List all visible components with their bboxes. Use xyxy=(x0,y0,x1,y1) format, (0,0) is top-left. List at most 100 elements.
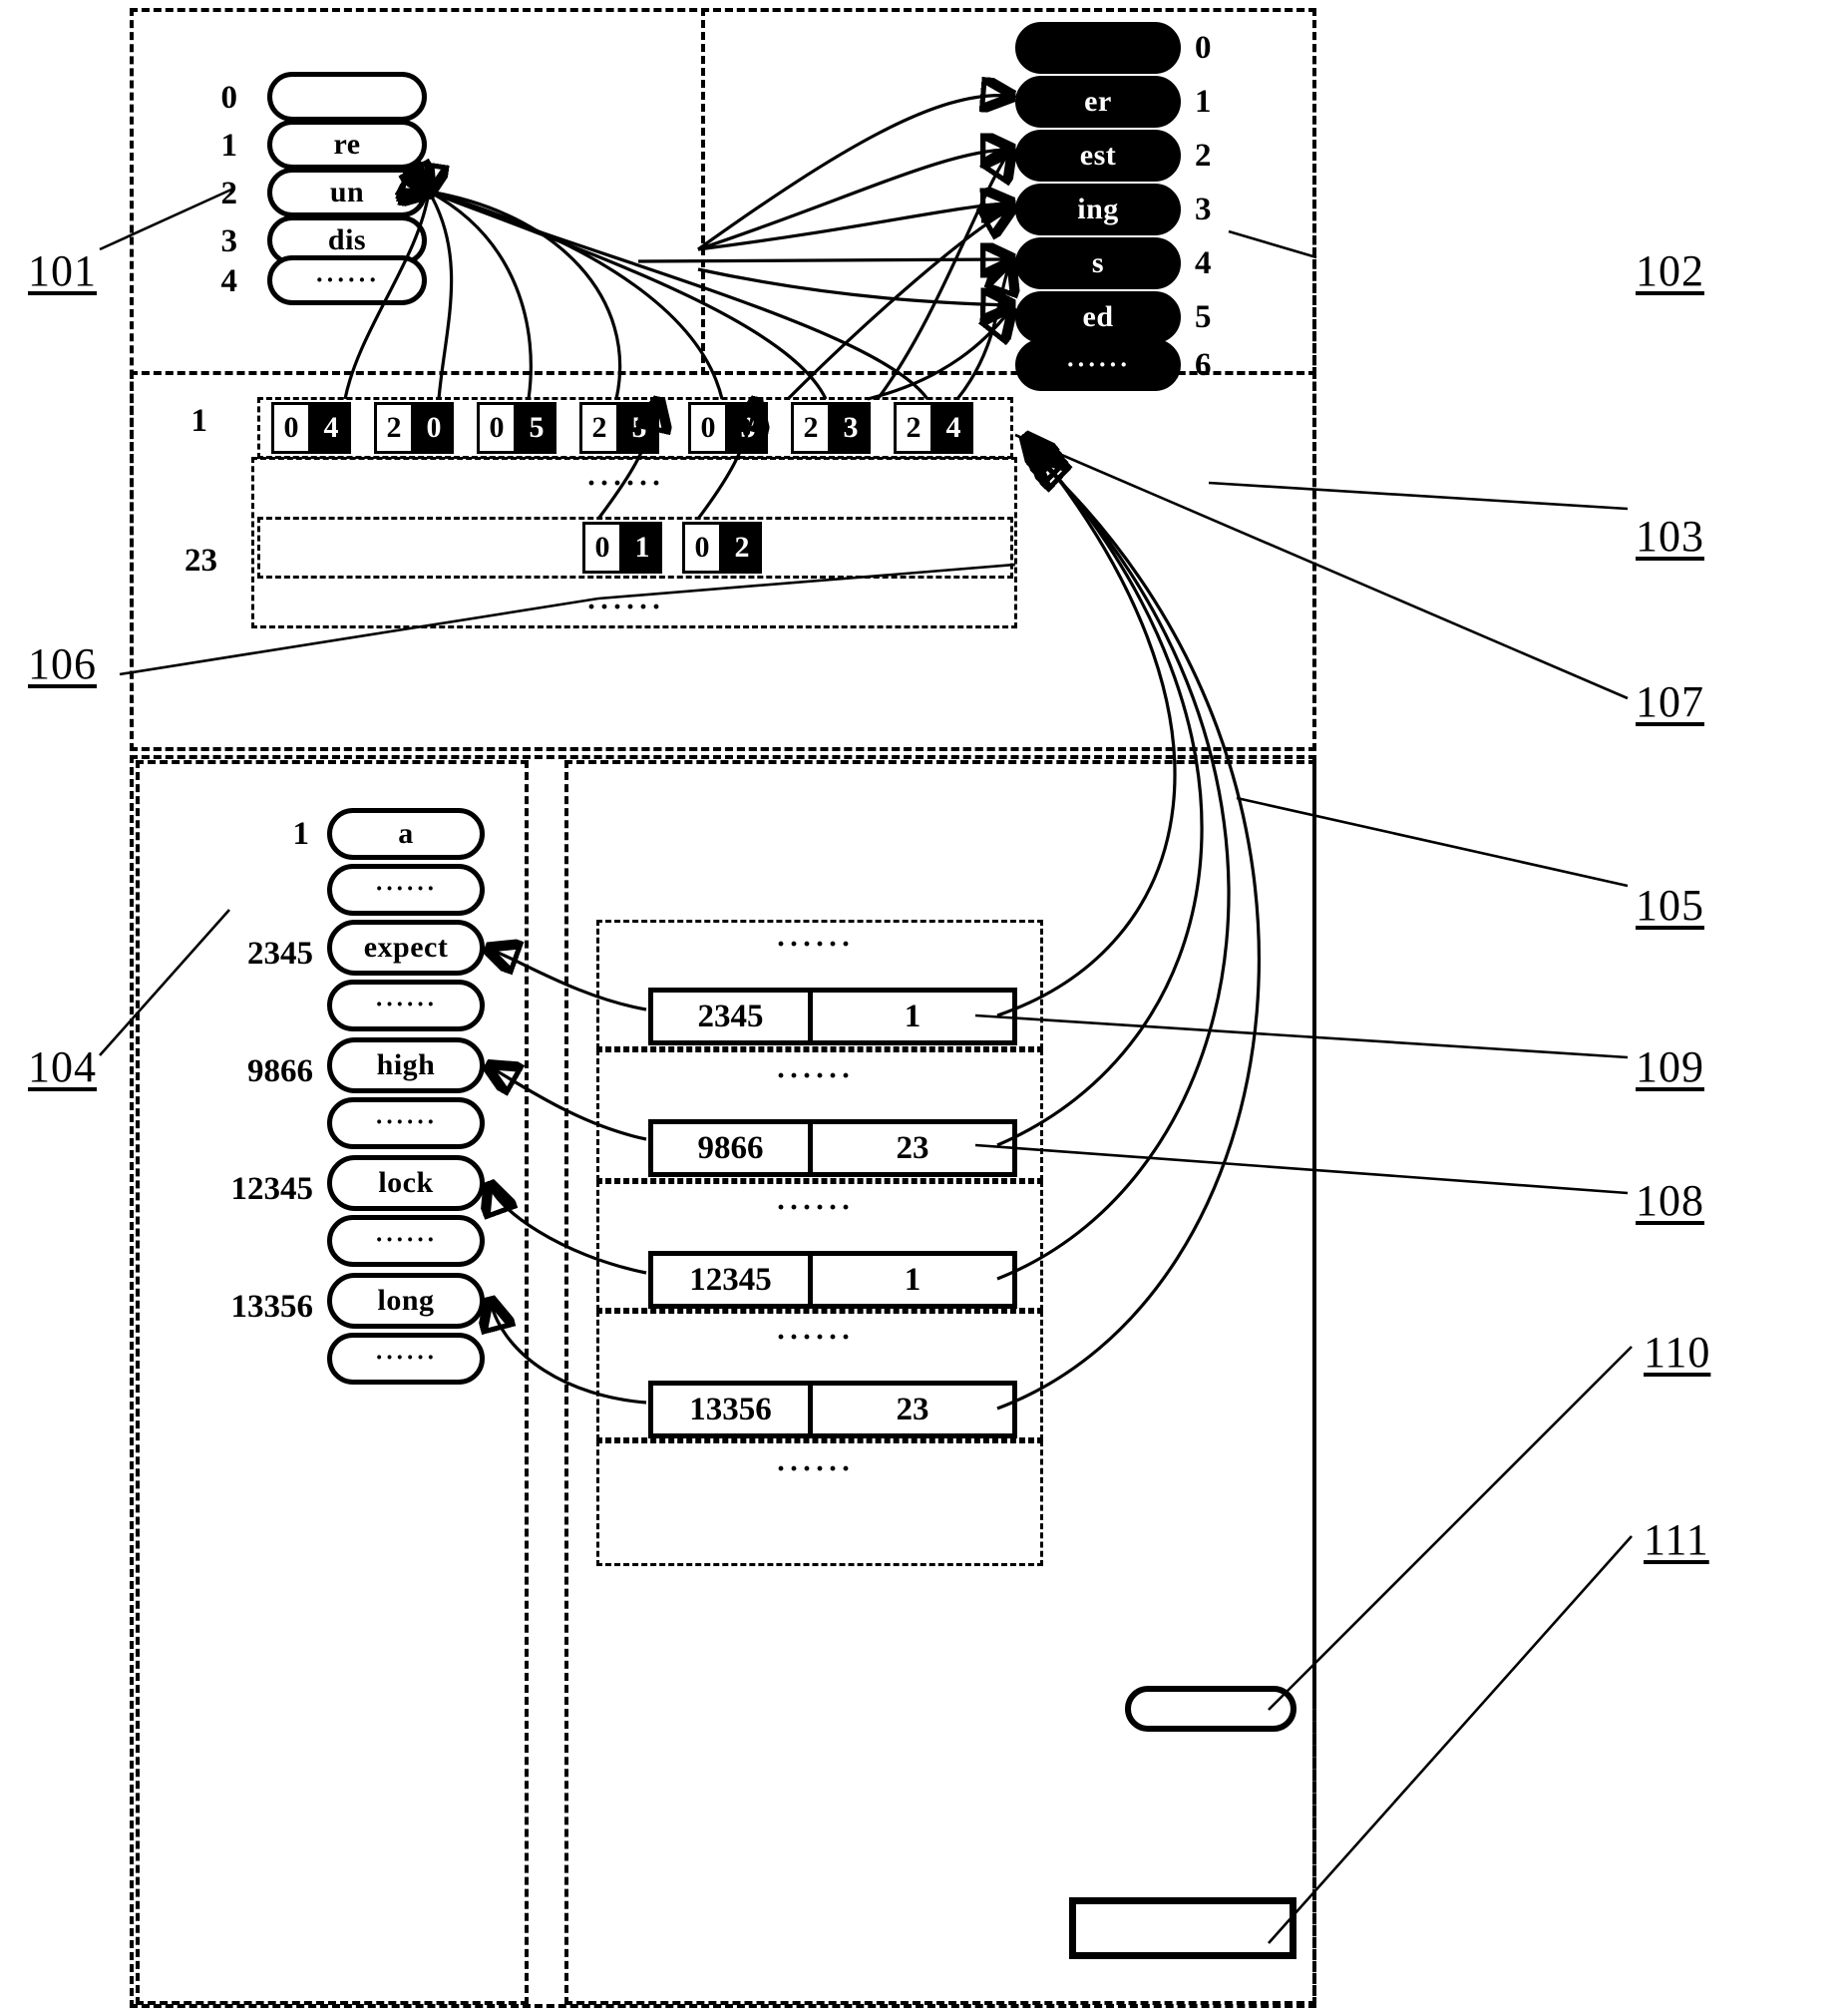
prefix-cell-4[interactable]: ······ xyxy=(267,255,427,305)
code-cell-b: 5 xyxy=(619,402,659,454)
code-pair-23-0[interactable]: 0 1 xyxy=(582,522,662,574)
prefix-index-0: 0 xyxy=(220,80,238,116)
ref-107: 107 xyxy=(1636,677,1704,726)
ref-106: 106 xyxy=(28,639,97,688)
word-cell-8[interactable]: long xyxy=(327,1273,485,1329)
code-pair-1-1[interactable]: 2 0 xyxy=(374,402,454,454)
prefix-cell-2[interactable]: un xyxy=(267,168,427,217)
hash-key: 12345 xyxy=(653,1256,813,1304)
code-cell-a: 0 xyxy=(271,402,311,454)
word-cell-1[interactable]: ······ xyxy=(327,864,485,916)
code-pair-1-5[interactable]: 2 3 xyxy=(791,402,871,454)
hash-value: 23 xyxy=(896,1129,929,1166)
code-pair-1-3[interactable]: 2 5 xyxy=(579,402,659,454)
code-pair-1-0[interactable]: 0 4 xyxy=(271,402,351,454)
diagram-canvas: 0 1 re 2 un 3 dis 4 ······ 0 er 1 est 2 … xyxy=(0,0,1848,2016)
hash-key: 9866 xyxy=(653,1124,813,1172)
suffix-index-5: 5 xyxy=(1195,299,1212,335)
code-pair-1-2[interactable]: 0 5 xyxy=(477,402,556,454)
word-index-8: 13356 xyxy=(230,1289,314,1325)
hash-entry-0[interactable]: 2345 1 xyxy=(648,988,1017,1045)
word-index-4: 9866 xyxy=(247,1053,313,1089)
word-cell-3[interactable]: ······ xyxy=(327,980,485,1031)
suffix-index-0: 0 xyxy=(1195,30,1212,66)
suffix-cell-1[interactable]: er xyxy=(1015,76,1181,128)
word-cell-2[interactable]: expect xyxy=(327,920,485,976)
code-pair-1-4[interactable]: 0 3 xyxy=(688,402,768,454)
ref-101: 101 xyxy=(28,246,97,295)
code-pair-23-1[interactable]: 0 2 xyxy=(682,522,762,574)
code-cell-a: 0 xyxy=(477,402,517,454)
prefix-index-2: 2 xyxy=(220,176,238,211)
suffix-cell-5[interactable]: ed xyxy=(1015,291,1181,343)
suffix-cell-2[interactable]: est xyxy=(1015,130,1181,182)
suffix-index-1: 1 xyxy=(1195,84,1212,120)
code-cell-a: 0 xyxy=(682,522,722,574)
prefix-index-1: 1 xyxy=(220,128,238,164)
prefix-cell-1[interactable]: re xyxy=(267,120,427,170)
prefix-cell-0[interactable] xyxy=(267,72,427,122)
code-cell-b: 3 xyxy=(831,402,871,454)
suffix-index-6: 6 xyxy=(1195,347,1212,383)
code-cell-a: 2 xyxy=(374,402,414,454)
word-cell-6[interactable]: lock xyxy=(327,1155,485,1211)
hash-key: 2345 xyxy=(653,993,813,1040)
word-index-0: 1 xyxy=(292,816,310,852)
code-cell-b: 4 xyxy=(933,402,973,454)
prefix-index-3: 3 xyxy=(220,223,238,259)
word-index-6: 12345 xyxy=(230,1171,314,1207)
prefix-index-4: 4 xyxy=(220,263,238,299)
code-row-label-1: 1 xyxy=(190,403,208,439)
hash-value: 23 xyxy=(896,1391,929,1427)
suffix-index-2: 2 xyxy=(1195,138,1212,174)
hash-ellipsis-0: ······ xyxy=(776,928,855,961)
suffix-cell-6[interactable]: ······ xyxy=(1015,339,1181,391)
ref-109: 109 xyxy=(1636,1042,1704,1091)
code-cell-b: 1 xyxy=(622,522,662,574)
ref-103: 103 xyxy=(1636,512,1704,561)
ref-110: 110 xyxy=(1644,1328,1711,1377)
suffix-cell-3[interactable]: ing xyxy=(1015,184,1181,235)
word-cell-4[interactable]: high xyxy=(327,1037,485,1093)
code-cell-a: 0 xyxy=(582,522,622,574)
hash-entry-3[interactable]: 13356 23 xyxy=(648,1381,1017,1438)
code-row-label-23: 23 xyxy=(185,543,217,579)
code-cell-b: 5 xyxy=(517,402,556,454)
ref-108: 108 xyxy=(1636,1176,1704,1225)
hash-ellipsis-3: ······ xyxy=(776,1321,855,1354)
code-cell-b: 0 xyxy=(414,402,454,454)
ref-105: 105 xyxy=(1636,881,1704,930)
code-ellipsis-bottom: ······ xyxy=(586,591,665,623)
code-pair-1-6[interactable]: 2 4 xyxy=(894,402,973,454)
code-cell-b: 3 xyxy=(728,402,768,454)
hash-ellipsis-2: ······ xyxy=(776,1191,855,1224)
code-ellipsis-mid: ······ xyxy=(586,467,665,500)
ref-111: 111 xyxy=(1644,1515,1709,1564)
hash-entry-1[interactable]: 9866 23 xyxy=(648,1119,1017,1177)
code-cell-a: 0 xyxy=(688,402,728,454)
suffix-index-3: 3 xyxy=(1195,192,1212,227)
code-cell-a: 2 xyxy=(579,402,619,454)
code-cell-a: 2 xyxy=(791,402,831,454)
hash-value: 1 xyxy=(904,1261,922,1298)
word-cell-7[interactable]: ······ xyxy=(327,1215,485,1267)
ref-104: 104 xyxy=(28,1042,97,1091)
word-cell-9[interactable]: ······ xyxy=(327,1333,485,1385)
suffix-cell-0[interactable] xyxy=(1015,22,1181,74)
code-cell-a: 2 xyxy=(894,402,933,454)
code-cell-b: 4 xyxy=(311,402,351,454)
suffix-index-4: 4 xyxy=(1195,245,1212,281)
hash-entry-2[interactable]: 12345 1 xyxy=(648,1251,1017,1309)
legend-rounded-shape xyxy=(1125,1686,1296,1732)
word-cell-0[interactable]: a xyxy=(327,808,485,860)
leader-110 xyxy=(1268,1346,1633,1711)
word-cell-5[interactable]: ······ xyxy=(327,1097,485,1149)
hash-ellipsis-1: ······ xyxy=(776,1059,855,1092)
ref-102: 102 xyxy=(1636,246,1704,295)
code-cell-b: 2 xyxy=(722,522,762,574)
word-index-2: 2345 xyxy=(247,936,313,972)
hash-value: 1 xyxy=(904,998,922,1034)
suffix-cell-4[interactable]: s xyxy=(1015,237,1181,289)
hash-ellipsis-4: ······ xyxy=(776,1452,855,1485)
legend-rect-shape xyxy=(1069,1897,1296,1959)
